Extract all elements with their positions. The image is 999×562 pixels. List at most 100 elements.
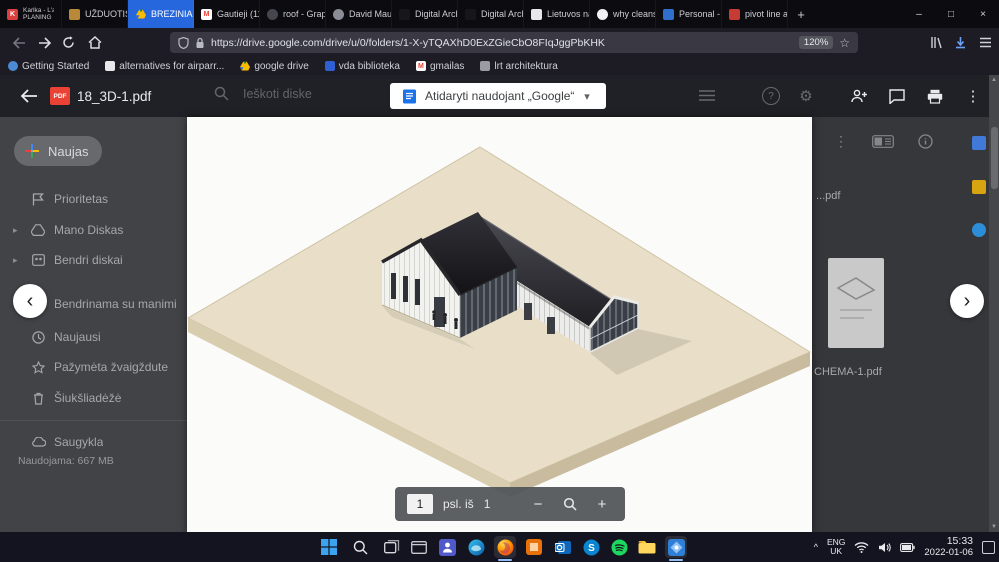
library-icon[interactable] [928,34,945,51]
taskbar-search-icon[interactable] [349,536,371,558]
bg-more-icon[interactable]: ⋮ [834,133,848,150]
teams-icon[interactable] [436,536,458,558]
bookmark-google-drive[interactable]: google drive [240,61,309,72]
tab-personal[interactable]: Personal - M [656,0,722,28]
tab-karlka[interactable]: K Karlka - L'a PLANING [0,0,62,28]
battery-icon[interactable] [900,542,916,552]
taskbar-clock[interactable]: 15:33 2022-01-06 [924,536,973,559]
info-icon[interactable] [918,134,933,149]
bookmark-gmailas[interactable]: M gmailas [415,61,464,72]
zoom-in-icon[interactable]: + [591,493,613,515]
sidebar-item-saugykla[interactable]: Saugykla [0,430,187,454]
tab-favicon [729,8,740,20]
drive-search-dimmed[interactable]: Ieškoti diske [214,86,312,101]
edge-icon[interactable] [465,536,487,558]
tab-gautieji[interactable]: M Gautieji (11 [194,0,260,28]
spotify-icon[interactable] [608,536,630,558]
forward-icon[interactable] [36,34,53,51]
tab-uzduotis[interactable]: UŽDUOTIS [62,0,128,28]
shield-icon[interactable] [178,36,189,49]
new-button[interactable]: Naujas [14,136,102,166]
downloads-icon[interactable] [952,34,969,51]
bg-file-label[interactable]: ...pdf [816,190,840,202]
page-number-input[interactable]: 1 [407,494,433,514]
list-view-icon[interactable] [698,87,716,105]
new-tab-button[interactable]: + [788,0,814,28]
scroll-down-icon[interactable]: ▼ [989,524,999,530]
calendar-icon[interactable] [972,136,986,150]
gmail-favicon: M [201,8,212,20]
tab-pivot[interactable]: pivot line an [722,0,788,28]
tab-why-cleanse[interactable]: why cleanse [590,0,656,28]
maximize-button[interactable]: □ [935,0,967,28]
lock-icon[interactable] [195,37,205,49]
scrollbar-thumb[interactable] [990,127,998,189]
bg-file-thumbnail[interactable] [828,258,884,348]
sidebar-divider [0,420,187,421]
next-page-button[interactable]: › [950,284,984,318]
sidebar-item-bendri-diskai[interactable]: ▸ Bendri diskai [0,248,187,272]
grid-view-toggle-icon[interactable] [872,135,894,148]
tab-david[interactable]: David Maud [326,0,392,28]
wifi-icon[interactable] [854,541,869,553]
sidebar-item-prioritetas[interactable]: Prioritetas [0,187,187,211]
bookmark-alternatives[interactable]: alternatives for airparr... [105,61,224,72]
bookmark-star-icon[interactable]: ☆ [839,36,850,50]
back-arrow-icon[interactable] [20,87,38,105]
print-icon[interactable] [926,87,944,105]
photos-icon[interactable] [665,536,687,558]
start-button[interactable] [318,536,340,558]
close-window-button[interactable]: × [967,0,999,28]
hidden-icons-caret[interactable]: ^ [814,542,818,552]
language-indicator[interactable]: ENG UK [827,538,845,556]
url-text[interactable]: https://drive.google.com/drive/u/0/folde… [211,37,793,49]
settings-gear-icon[interactable]: ⚙ [797,87,815,105]
previous-page-button[interactable]: ‹ [13,284,47,318]
tab-favicon [267,8,278,20]
globe-icon [8,61,18,71]
tab-lietuvos[interactable]: Lietuvos nac [524,0,590,28]
refresh-icon[interactable] [60,34,77,51]
share-add-person-icon[interactable] [850,87,868,105]
task-view-icon[interactable] [381,536,403,558]
back-icon[interactable] [10,34,27,51]
url-bar[interactable]: https://drive.google.com/drive/u/0/folde… [170,32,858,53]
bookmark-getting-started[interactable]: Getting Started [8,61,89,72]
more-options-icon[interactable]: ⋮ [964,87,982,105]
expand-caret-icon[interactable]: ▸ [13,225,18,236]
help-icon[interactable]: ? [762,87,780,105]
file-explorer-icon[interactable] [636,536,658,558]
tab-digital-1[interactable]: Digital Arch [392,0,458,28]
sidebar-item-siuksliadeze[interactable]: Šiukšliadėžė [0,386,187,410]
zoom-out-icon[interactable]: − [527,493,549,515]
tab-roof[interactable]: roof - Grap [260,0,326,28]
notification-center-icon[interactable] [982,540,995,554]
keep-icon[interactable] [972,180,986,194]
skype-icon[interactable]: S [580,536,602,558]
tab-digital-2[interactable]: Digital Arch [458,0,524,28]
comment-icon[interactable] [888,87,906,105]
expand-caret-icon[interactable]: ▸ [13,255,18,266]
app-window-icon[interactable] [408,536,430,558]
pdf-page [187,117,812,532]
home-icon[interactable] [86,34,103,51]
zoom-level-badge[interactable]: 120% [798,36,834,49]
bg-file-label[interactable]: CHEMA-1.pdf [814,366,882,378]
tab-breziniai-active[interactable]: BREZINIAI × [128,0,194,28]
firefox-icon[interactable] [494,536,516,558]
minimize-button[interactable]: – [903,0,935,28]
outlook-icon[interactable] [552,536,574,558]
open-with-caret-button[interactable]: ▾ [574,83,600,109]
app-orange-icon[interactable] [523,536,545,558]
menu-icon[interactable] [977,34,994,51]
sidebar-item-pazymeta[interactable]: Pažymėta žvaigždute [0,355,187,379]
page-scrollbar[interactable]: ▲ ▼ [989,75,999,532]
bookmark-lrt-architektura[interactable]: lrt architektura [480,61,558,72]
volume-icon[interactable] [878,542,892,553]
scroll-up-icon[interactable]: ▲ [989,77,999,83]
sidebar-item-mano-diskas[interactable]: ▸ Mano Diskas [0,218,187,242]
sidebar-item-naujausi[interactable]: Naujausi [0,325,187,349]
magnifier-icon[interactable] [559,493,581,515]
tasks-icon[interactable] [972,223,986,237]
bookmark-vda-biblioteka[interactable]: vda biblioteka [324,61,400,72]
